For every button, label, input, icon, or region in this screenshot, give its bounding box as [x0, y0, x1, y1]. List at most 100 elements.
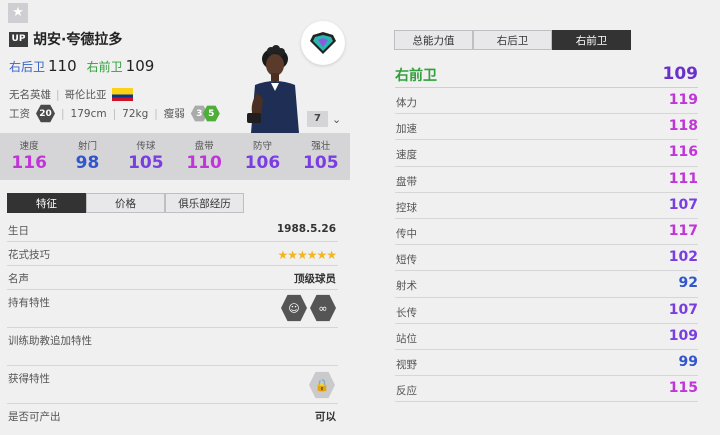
attribute-row: 站位 109	[395, 324, 698, 350]
attribute-label: 站位	[396, 332, 417, 345]
trait-row-coach: 训练助教追加特性	[7, 328, 338, 366]
attribute-row: 射术 92	[395, 271, 698, 298]
nationality: 哥伦比亚	[64, 89, 107, 101]
weight: 72kg	[122, 107, 149, 120]
stat-value: 105	[303, 153, 339, 173]
attribute-row: 体力 119	[395, 88, 698, 115]
attribute-value: 109	[668, 327, 698, 344]
attribute-label: 控球	[396, 201, 417, 214]
player-info: 工资 20 | 179cm | 72kg | 瘦弱 3 5	[9, 104, 220, 123]
position-value: 109	[125, 57, 155, 75]
trait-dribble-icon[interactable]: ∞	[310, 294, 336, 322]
attribute-row: 反应 115	[395, 376, 698, 403]
position-rating-rb: 右后卫 110	[9, 56, 77, 75]
tab-overall[interactable]: 总能力值	[394, 30, 473, 50]
stat-label: 盘带	[194, 141, 214, 152]
attribute-value: 111	[668, 170, 698, 187]
wage-value: 20	[36, 104, 55, 123]
up-badge: UP	[9, 32, 28, 47]
stat-value: 116	[11, 153, 47, 173]
position-ratings: 右后卫 110 右前卫 109	[9, 56, 154, 75]
enhance-level-selector[interactable]: 7 ⌄	[307, 111, 341, 127]
output-value: 可以	[315, 411, 336, 423]
tab-rm[interactable]: 右前卫	[552, 30, 631, 50]
attribute-row: 短传 102	[395, 245, 698, 272]
birthday-value: 1988.5.26	[276, 223, 336, 235]
attribute-row: 加速 118	[395, 114, 698, 141]
position-value: 110	[48, 57, 77, 75]
wage-label: 工资	[9, 108, 30, 120]
fame-value: 顶级球员	[294, 273, 336, 285]
stat-item: 强壮 105	[292, 133, 350, 180]
attribute-list: 体力 119 加速 118 速度 116 盘带 111 控球 107 传中 117 短传 102 射术 92 长…	[395, 88, 698, 403]
trait-row-owned: 持有特性 ☺ ∞	[7, 290, 338, 328]
tab-price[interactable]: 价格	[86, 193, 165, 213]
tab-rb[interactable]: 右后卫	[473, 30, 552, 50]
attribute-row: 视野 99	[395, 350, 698, 377]
attribute-value: 107	[668, 196, 698, 213]
attribute-value: 99	[678, 353, 698, 370]
season-badge	[301, 21, 345, 65]
stat-item: 速度 116	[0, 133, 58, 180]
position-rating-rm: 右前卫 109	[87, 56, 155, 75]
star-rating-icon: ★★★★★★	[277, 248, 337, 262]
output-label: 是否可产出	[8, 411, 61, 423]
acquired-traits-label: 获得特性	[8, 373, 50, 385]
weak-foot-badge: 5	[202, 105, 220, 122]
trait-row-fame: 名声 顶级球员	[7, 266, 338, 290]
position-tabs: 总能力值 右后卫 右前卫	[394, 30, 631, 50]
colombia-flag-icon	[111, 88, 133, 101]
attribute-row: 盘带 111	[395, 167, 698, 193]
tab-club-history[interactable]: 俱乐部经历	[165, 193, 244, 213]
attribute-label: 短传	[396, 254, 417, 267]
divider: |	[56, 88, 60, 101]
attribute-value: 115	[668, 380, 698, 397]
fame-label: 名声	[8, 273, 29, 285]
stat-label: 速度	[19, 141, 39, 152]
stat-label: 传球	[136, 141, 156, 152]
owned-traits-label: 持有特性	[8, 297, 50, 309]
stat-label: 射门	[77, 141, 97, 152]
trait-row-output: 是否可产出 可以	[7, 404, 338, 428]
attribute-value: 118	[668, 118, 698, 135]
attribute-value: 119	[668, 92, 698, 108]
divider: |	[112, 107, 117, 120]
player-portrait	[247, 45, 299, 133]
attribute-label: 长传	[396, 306, 417, 319]
body-type: 瘦弱	[163, 108, 185, 120]
stat-item: 盘带 110	[175, 133, 233, 180]
height: 179cm	[70, 107, 107, 120]
position-label: 右前卫	[86, 60, 123, 74]
attribute-value: 116	[668, 144, 698, 161]
detail-position-name: 右前卫	[395, 68, 437, 84]
attribute-value: 102	[668, 249, 698, 266]
attribute-label: 反应	[396, 385, 417, 398]
detail-overall-value: 109	[662, 64, 699, 84]
position-label: 右后卫	[9, 60, 46, 74]
attribute-value: 117	[668, 222, 698, 239]
trait-row-birthday: 生日 1988.5.26	[7, 218, 338, 242]
attribute-label: 盘带	[396, 175, 417, 188]
tab-traits[interactable]: 特征	[7, 193, 86, 213]
player-meta: 无名英雄 | 哥伦比亚	[9, 87, 133, 102]
stat-value: 105	[128, 153, 164, 173]
attribute-row: 传中 117	[395, 219, 698, 246]
attribute-label: 加速	[396, 123, 417, 136]
diamond-season-badge-icon	[310, 32, 336, 54]
stat-value: 110	[186, 153, 222, 173]
lock-icon[interactable]: 🔒	[309, 371, 335, 399]
attribute-label: 速度	[396, 149, 417, 162]
info-tabs: 特征 价格 俱乐部经历	[7, 193, 244, 213]
stat-value: 106	[244, 153, 281, 173]
star-icon: ★	[12, 5, 24, 20]
attribute-label: 体力	[396, 97, 417, 109]
trait-head-icon[interactable]: ☺	[281, 294, 307, 322]
stat-item: 射门 98	[58, 133, 116, 180]
attribute-row: 速度 116	[395, 140, 698, 167]
attribute-row: 长传 107	[395, 298, 698, 324]
attribute-label: 传中	[396, 227, 417, 240]
attribute-row: 控球 107	[395, 193, 698, 219]
favorite-star-button[interactable]: ★	[8, 3, 28, 23]
trait-row-acquired: 获得特性 🔒	[7, 366, 338, 404]
coach-traits-label: 训练助教追加特性	[8, 335, 92, 347]
